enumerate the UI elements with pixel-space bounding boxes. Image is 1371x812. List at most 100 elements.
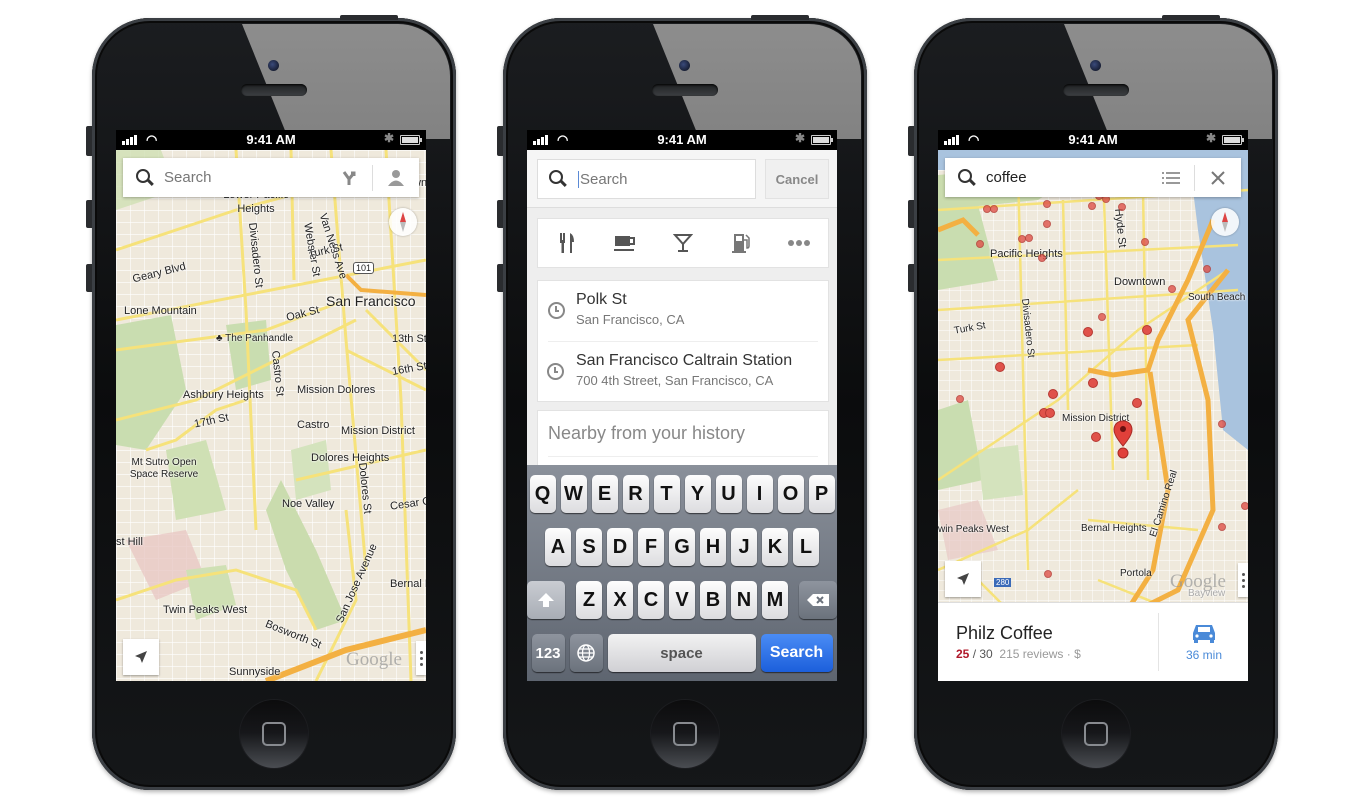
keyboard: QWERTYUIOP ASDFGHJKL ZXCVBNM 123 space S… [527,465,837,681]
result-pin[interactable] [995,362,1005,372]
search-bar[interactable]: coffee [945,158,1241,197]
key-l[interactable]: L [793,528,819,566]
search-input[interactable]: Search [580,171,628,188]
my-location-button[interactable] [123,639,159,675]
result-pin[interactable] [990,205,998,213]
selected-place-pin[interactable] [1113,420,1133,460]
directions-button[interactable]: 36 min [1160,603,1248,681]
recent-item[interactable]: San Francisco Caltrain Station 700 4th S… [547,341,818,402]
result-pin[interactable] [1043,220,1051,228]
directions-icon[interactable] [326,158,372,197]
result-pin[interactable] [1048,389,1058,399]
result-pin[interactable] [1241,502,1248,510]
map-view[interactable]: Downt Lower Pacific Heights Van Ness Ave… [116,150,426,681]
key-q[interactable]: Q [529,475,556,513]
key-z[interactable]: Z [576,581,602,619]
mute-switch [86,126,92,156]
key-x[interactable]: X [607,581,633,619]
key-w[interactable]: W [560,475,587,513]
place-result-card[interactable]: Philz Coffee 25 / 30 215 reviews · $ 36 … [938,602,1248,681]
cocktail-icon[interactable] [668,228,698,258]
key-e[interactable]: E [591,475,618,513]
home-button[interactable] [240,700,308,768]
result-pin[interactable] [1038,254,1046,262]
key-u[interactable]: U [715,475,742,513]
key-f[interactable]: F [638,528,664,566]
result-pin[interactable] [1142,325,1152,335]
result-pin[interactable] [1088,202,1096,210]
backspace-key[interactable] [799,581,837,619]
volume-down-button [86,264,92,292]
result-pin[interactable] [1168,285,1176,293]
result-pin[interactable] [1043,200,1051,208]
result-pin[interactable] [1091,432,1101,442]
key-j[interactable]: J [731,528,757,566]
result-pin[interactable] [1083,327,1093,337]
cancel-button[interactable]: Cancel [765,159,829,199]
my-location-button[interactable] [945,561,981,597]
key-r[interactable]: R [622,475,649,513]
more-dots-icon[interactable] [784,228,814,258]
key-t[interactable]: T [653,475,680,513]
result-pin[interactable] [1118,203,1126,211]
gas-pump-icon[interactable] [726,228,756,258]
search-bar[interactable]: Search [123,158,419,197]
coffee-cup-icon[interactable] [610,228,640,258]
key-i[interactable]: I [746,475,773,513]
compass-button[interactable] [1211,208,1239,236]
result-pin[interactable] [1141,238,1149,246]
compass-button[interactable] [389,208,417,236]
globe-key[interactable] [569,634,603,672]
search-header: Search Cancel [527,150,837,208]
key-s[interactable]: S [576,528,602,566]
result-pin[interactable] [1088,378,1098,388]
result-pin[interactable] [1025,234,1033,242]
result-pin[interactable] [976,240,984,248]
earpiece-speaker [1063,84,1129,96]
key-c[interactable]: C [638,581,664,619]
search-input[interactable]: coffee [986,169,1148,186]
more-options-button[interactable] [1238,563,1248,597]
shift-key[interactable] [527,581,565,619]
key-b[interactable]: B [700,581,726,619]
result-pin[interactable] [1203,265,1211,273]
map-label: Twin Peaks West [163,604,248,616]
status-time: 9:41 AM [657,132,707,147]
key-o[interactable]: O [777,475,804,513]
search-key[interactable]: Search [760,634,833,672]
home-button[interactable] [1062,700,1130,768]
place-name: Philz Coffee [956,623,1053,643]
numbers-key[interactable]: 123 [531,634,565,672]
result-pin[interactable] [1045,408,1055,418]
space-key[interactable]: space [607,634,756,672]
search-icon [957,168,977,188]
recent-item[interactable]: Polk St San Francisco, CA [538,281,828,341]
key-y[interactable]: Y [684,475,711,513]
earpiece-speaker [652,84,718,96]
result-pin[interactable] [1098,313,1106,321]
key-k[interactable]: K [762,528,788,566]
search-input[interactable]: Search [164,169,326,186]
result-pin[interactable] [1044,570,1052,578]
home-button[interactable] [651,700,719,768]
fork-knife-icon[interactable] [552,228,582,258]
key-n[interactable]: N [731,581,757,619]
result-pin[interactable] [1218,523,1226,531]
key-a[interactable]: A [545,528,571,566]
search-field[interactable]: Search [537,159,756,199]
list-view-icon[interactable] [1148,158,1194,197]
key-d[interactable]: D [607,528,633,566]
close-icon[interactable] [1195,158,1241,197]
result-pin[interactable] [1218,420,1226,428]
key-p[interactable]: P [808,475,835,513]
key-m[interactable]: M [762,581,788,619]
profile-icon[interactable] [373,158,419,197]
key-v[interactable]: V [669,581,695,619]
result-pin[interactable] [1132,398,1142,408]
map-view[interactable]: Hyde St Pacific Heights Downtown South B… [938,150,1248,681]
result-pin[interactable] [956,395,964,403]
phone-map-browse: ◠ 9:41 AM ✱ Heights Van Ness Ave Geary B… [86,15,456,790]
key-h[interactable]: H [700,528,726,566]
more-options-button[interactable] [416,641,426,675]
key-g[interactable]: G [669,528,695,566]
